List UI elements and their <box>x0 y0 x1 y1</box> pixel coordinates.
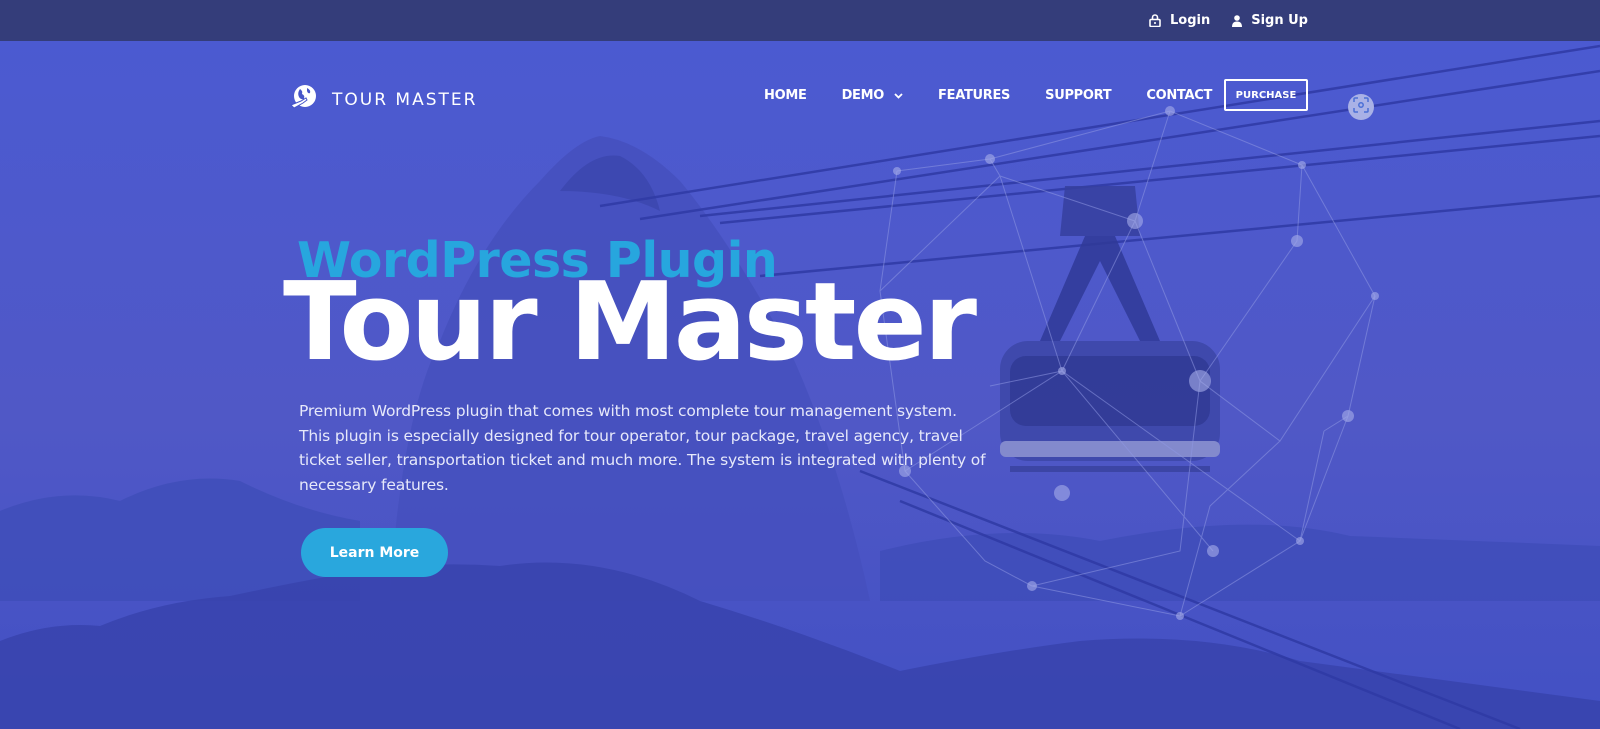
user-icon <box>1232 14 1243 27</box>
purchase-button[interactable]: PURCHASE <box>1224 79 1308 111</box>
screen-capture-button[interactable] <box>1348 94 1374 120</box>
account-links: Login Sign Up <box>1149 0 1308 41</box>
main-menu: HOME DEMO FEATURES SUPPORT CONTACT <box>764 88 1212 103</box>
menu-item-contact[interactable]: CONTACT <box>1146 88 1212 103</box>
lock-icon <box>1149 14 1161 27</box>
menu-item-features[interactable]: FEATURES <box>938 88 1010 103</box>
menu-item-demo[interactable]: DEMO <box>842 88 903 103</box>
login-link[interactable]: Login <box>1149 13 1210 28</box>
menu-item-home[interactable]: HOME <box>764 88 807 103</box>
menu-item-contact-label: CONTACT <box>1146 88 1213 103</box>
logo-text: TOUR MASTER <box>332 89 478 110</box>
signup-label: Sign Up <box>1251 13 1308 28</box>
top-bar: Login Sign Up <box>0 0 1600 41</box>
site-logo[interactable]: TOUR MASTER <box>290 83 477 116</box>
menu-item-demo-label: DEMO <box>841 88 885 103</box>
menu-item-support-label: SUPPORT <box>1045 88 1112 103</box>
menu-item-support[interactable]: SUPPORT <box>1045 88 1112 103</box>
globe-plane-icon <box>290 83 318 116</box>
login-label: Login <box>1169 13 1211 28</box>
menu-item-home-label: HOME <box>764 88 807 103</box>
menu-item-features-label: FEATURES <box>938 88 1011 103</box>
screen-capture-icon <box>1353 96 1369 118</box>
signup-link[interactable]: Sign Up <box>1232 13 1308 28</box>
main-navbar: TOUR MASTER HOME DEMO FEATURES SUPPORT C… <box>0 41 1600 151</box>
learn-more-button[interactable]: Learn More <box>301 528 448 577</box>
chevron-down-icon <box>894 88 903 103</box>
